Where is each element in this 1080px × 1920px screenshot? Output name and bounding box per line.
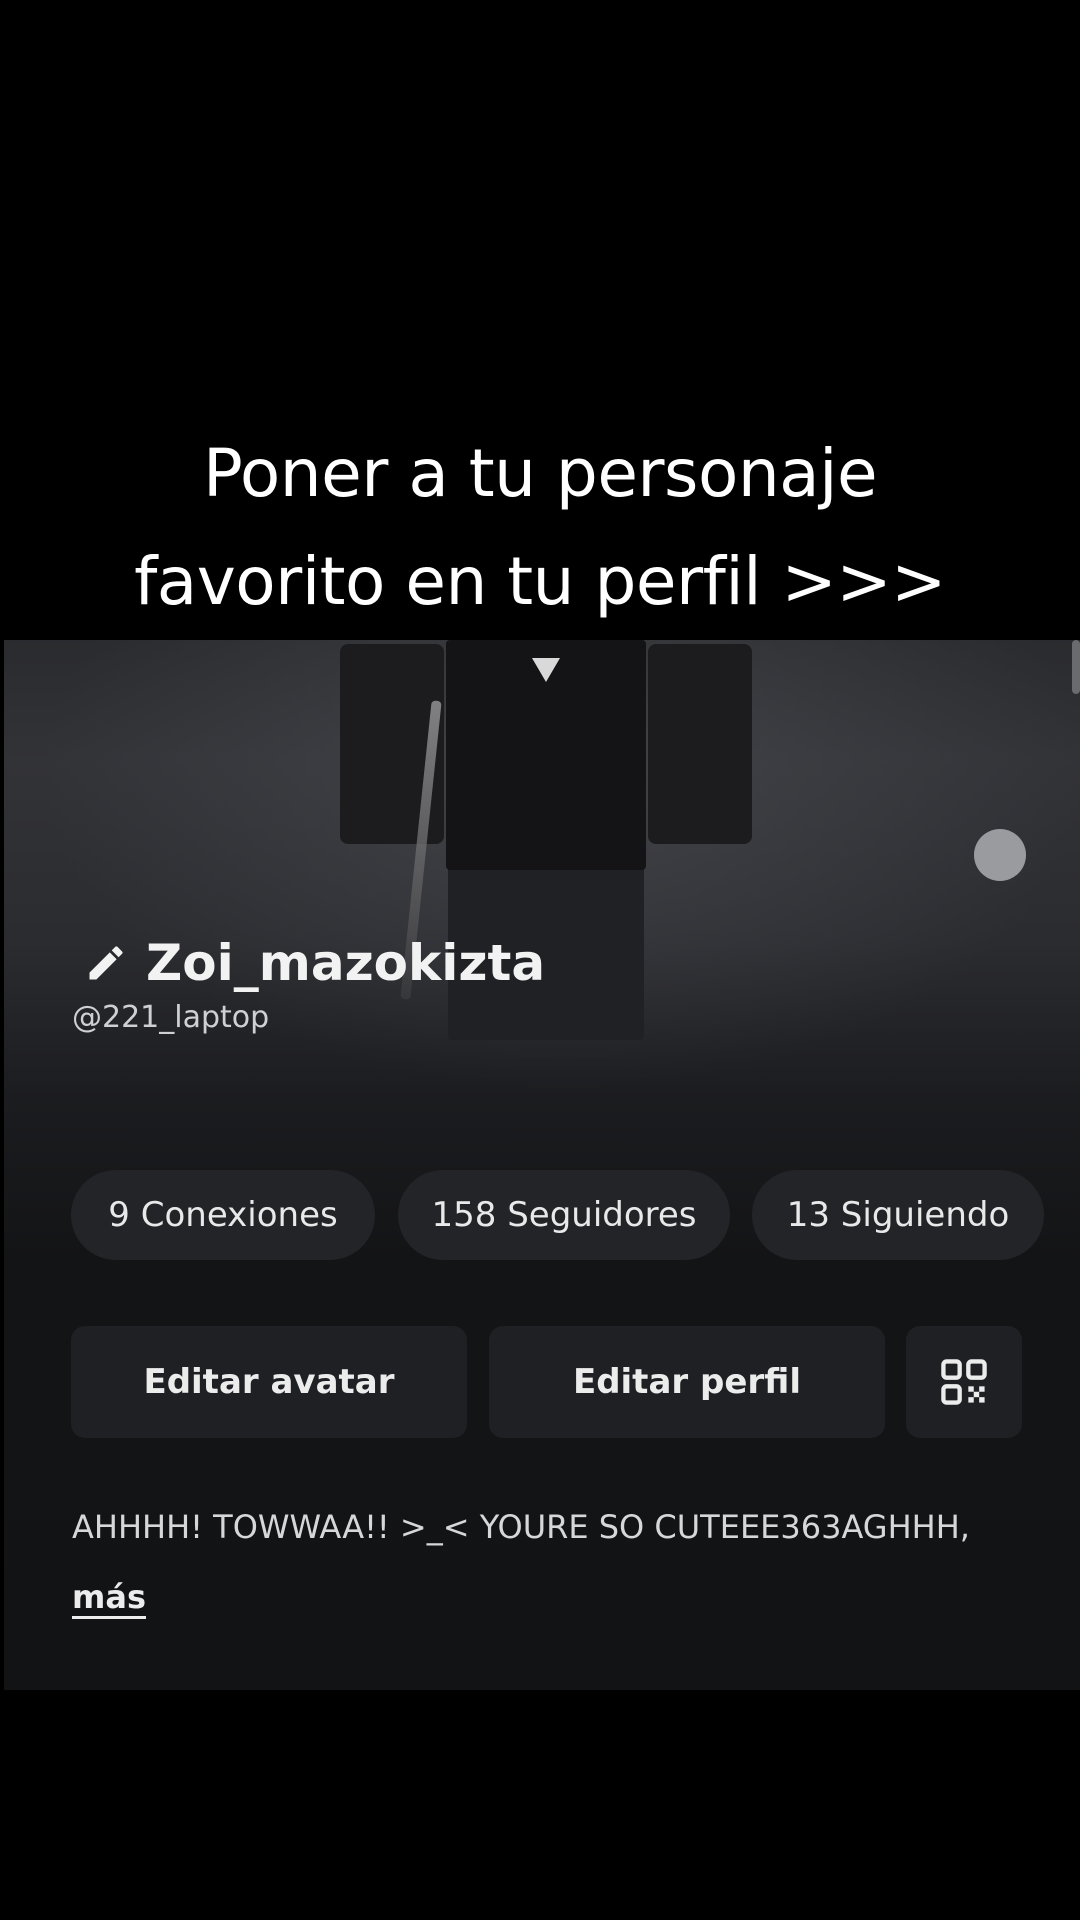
qr-code-icon [941,1359,987,1405]
profile-screenshot: Zoi_mazokizta @221_laptop 9 Conexiones 1… [4,640,1080,1690]
followers-button[interactable]: 158 Seguidores [398,1170,730,1260]
qr-code-button[interactable] [906,1326,1022,1438]
scrollbar[interactable] [1072,640,1080,694]
edit-avatar-button[interactable]: Editar avatar [71,1326,467,1438]
video-caption: Poner a tu personaje favorito en tu perf… [0,420,1080,636]
following-button[interactable]: 13 Siguiendo [752,1170,1044,1260]
edit-profile-button[interactable]: Editar perfil [489,1326,885,1438]
more-link[interactable]: más [72,1578,146,1616]
connections-button[interactable]: 9 Conexiones [71,1170,375,1260]
avatar-right-arm [648,644,752,844]
caption-line-1: Poner a tu personaje [202,435,878,512]
caption-line-2: favorito en tu perfil >>> [134,543,946,620]
bio-text: AHHHH! TOWWAA!! >_< YOURE SO CUTEEE363AG… [72,1508,970,1546]
status-dot[interactable] [974,829,1026,881]
avatar-collar [532,658,560,682]
display-name: Zoi_mazokizta [146,934,546,992]
pencil-icon[interactable] [84,941,128,985]
username: @221_laptop [72,1000,270,1035]
display-name-row[interactable]: Zoi_mazokizta [84,928,545,998]
